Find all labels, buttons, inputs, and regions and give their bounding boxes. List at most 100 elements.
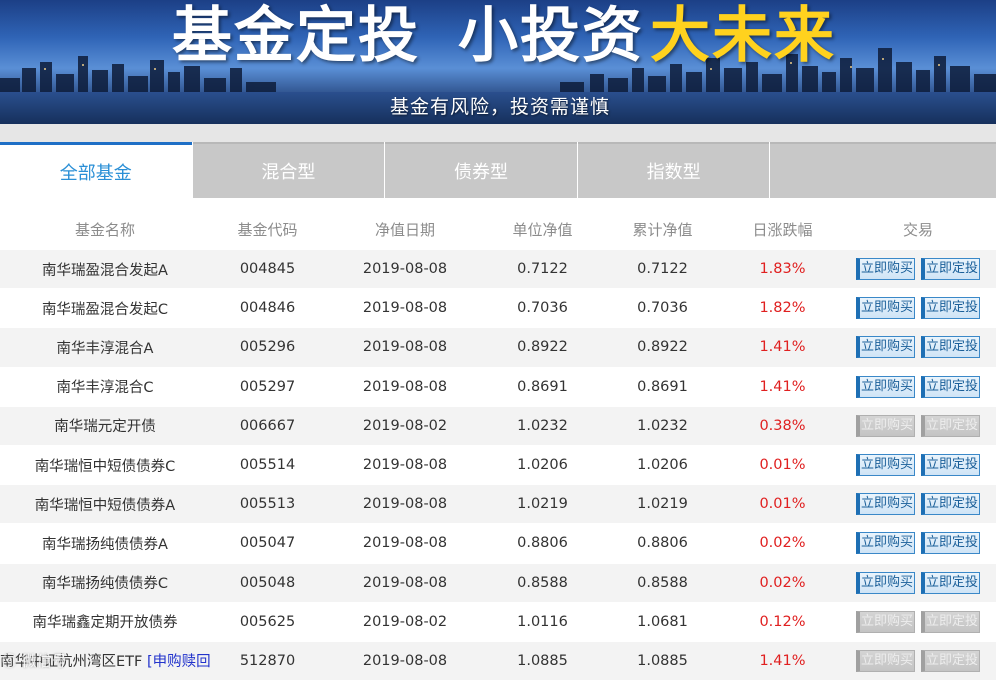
daily-change: 0.01% (759, 496, 806, 513)
fund-name: 南华瑞元定开债 (54, 419, 156, 436)
tab-all-funds[interactable]: 全部基金 (0, 142, 192, 198)
trade-actions: 立即购买 立即定投 (840, 454, 996, 477)
fund-name: 南华中证杭州湾区ETF (0, 654, 143, 671)
accumulated-nav: 0.8588 (637, 574, 688, 591)
invest-plan-button[interactable]: 立即定投 (921, 649, 980, 672)
invest-plan-button[interactable]: 立即定投 (921, 532, 980, 555)
banner-title-part3: 大未来 (650, 1, 836, 71)
invest-plan-button[interactable]: 立即定投 (921, 414, 980, 437)
trade-actions: 立即购买 立即定投 (840, 336, 996, 359)
unit-nav: 0.8691 (517, 378, 568, 395)
buy-now-button[interactable]: 立即购买 (856, 571, 915, 594)
nav-date: 2019-08-08 (362, 574, 448, 591)
trade-actions: 立即购买 立即定投 (840, 414, 996, 437)
invest-plan-button[interactable]: 立即定投 (921, 571, 980, 594)
nav-date: 2019-08-08 (362, 378, 448, 395)
daily-change: 0.12% (759, 613, 806, 630)
table-row: 南华瑞元定开债 006667 2019-08-02 1.0232 1.0232 0.38%… (0, 406, 996, 446)
banner-title-part1: 基金定投 (172, 1, 420, 71)
fund-name: 南华瑞恒中短债债券C (34, 458, 176, 475)
accumulated-nav: 0.8922 (637, 339, 688, 356)
daily-change: 0.02% (759, 574, 806, 591)
buy-now-button[interactable]: 立即购买 (856, 414, 915, 437)
trade-actions: 立即购买 立即定投 (840, 258, 996, 281)
table-row: 南华瑞扬纯债债券A 005047 2019-08-08 0.8806 0.8806 0.0… (0, 524, 996, 564)
accumulated-nav: 1.0681 (637, 613, 688, 630)
buy-now-button[interactable]: 立即购买 (856, 336, 915, 359)
nav-date: 2019-08-08 (362, 457, 448, 474)
fund-name-cell: 南华瑞恒中短债债券C (0, 455, 210, 476)
fund-table: 基金名称 基金代码 净值日期 单位净值 累计净值 日涨跌幅 交易 南华瑞盈混合发… (0, 208, 996, 680)
trade-actions: 立即购买 立即定投 (840, 571, 996, 594)
accumulated-nav: 1.0206 (637, 457, 688, 474)
unit-nav: 1.0206 (517, 457, 568, 474)
buy-now-button[interactable]: 立即购买 (856, 649, 915, 672)
tab-bond[interactable]: 债券型 (385, 142, 577, 198)
table-row: 南华中证杭州湾区ETF [申购赎回 512870 2019-08-08 1.0885 1… (0, 641, 996, 680)
header-trade: 交易 (902, 220, 933, 239)
fund-name-cell: 南华丰淳混合C (0, 376, 210, 397)
invest-plan-button[interactable]: 立即定投 (921, 454, 980, 477)
table-row: 南华瑞扬纯债债券C 005048 2019-08-08 0.8588 0.8588 0.0… (0, 563, 996, 603)
daily-change: 1.82% (759, 300, 806, 317)
trade-actions: 立即购买 立即定投 (840, 649, 996, 672)
fund-name-cell: 南华瑞盈混合发起A (0, 259, 210, 280)
nav-date: 2019-08-08 (362, 652, 448, 669)
fund-name-cell: 南华瑞元定开债 (0, 415, 210, 436)
invest-plan-button[interactable]: 立即定投 (921, 493, 980, 516)
header-nav-date: 净值日期 (374, 220, 435, 239)
fund-name: 南华瑞盈混合发起C (41, 301, 169, 318)
unit-nav: 0.7036 (517, 300, 568, 317)
fund-code: 004846 (239, 300, 296, 317)
accumulated-nav: 0.8806 (637, 535, 688, 552)
buy-now-button[interactable]: 立即购买 (856, 454, 915, 477)
unit-nav: 0.8922 (517, 339, 568, 356)
buy-now-button[interactable]: 立即购买 (856, 375, 915, 398)
fund-code: 512870 (239, 652, 296, 669)
daily-change: 1.83% (759, 261, 806, 278)
fund-name-cell: 南华丰淳混合A (0, 337, 210, 358)
fund-name: 南华瑞扬纯债债券C (41, 576, 169, 593)
fund-name-cell: 南华瑞鑫定期开放债券 (0, 611, 210, 632)
fund-name-cell: 南华中证杭州湾区ETF [申购赎回 (0, 650, 210, 671)
buy-now-button[interactable]: 立即购买 (856, 258, 915, 281)
banner-subtitle: 基金有风险，投资需谨慎 (390, 96, 611, 118)
unit-nav: 0.8588 (517, 574, 568, 591)
daily-change: 1.41% (759, 378, 806, 395)
invest-plan-button[interactable]: 立即定投 (921, 610, 980, 633)
daily-change: 1.41% (759, 339, 806, 356)
trade-actions: 立即购买 立即定投 (840, 297, 996, 320)
fund-code: 005296 (239, 339, 296, 356)
accumulated-nav: 0.7036 (637, 300, 688, 317)
tab-hybrid[interactable]: 混合型 (192, 142, 385, 198)
invest-plan-button[interactable]: 立即定投 (921, 336, 980, 359)
unit-nav: 0.7122 (517, 261, 568, 278)
fund-code: 005513 (239, 496, 296, 513)
fund-name-cell: 南华瑞盈混合发起C (0, 298, 210, 319)
accumulated-nav: 0.7122 (637, 261, 688, 278)
fund-code: 005297 (239, 378, 296, 395)
table-body: 南华瑞盈混合发起A 004845 2019-08-08 0.7122 0.7122 1.8… (0, 250, 996, 680)
fund-code: 006667 (239, 417, 296, 434)
fund-code: 005625 (239, 613, 296, 630)
header-fund-name: 基金名称 (74, 220, 135, 239)
subscribe-redeem-link[interactable]: [申购赎回 (147, 654, 210, 670)
invest-plan-button[interactable]: 立即定投 (921, 297, 980, 320)
invest-plan-button[interactable]: 立即定投 (921, 375, 980, 398)
banner-divider (0, 124, 996, 142)
daily-change: 1.41% (759, 652, 806, 669)
invest-plan-button[interactable]: 立即定投 (921, 258, 980, 281)
fund-name: 南华瑞盈混合发起A (42, 262, 168, 279)
buy-now-button[interactable]: 立即购买 (856, 610, 915, 633)
nav-date: 2019-08-02 (362, 613, 448, 630)
buy-now-button[interactable]: 立即购买 (856, 532, 915, 555)
daily-change: 0.02% (759, 535, 806, 552)
buy-now-button[interactable]: 立即购买 (856, 493, 915, 516)
nav-date: 2019-08-08 (362, 535, 448, 552)
buy-now-button[interactable]: 立即购买 (856, 297, 915, 320)
nav-date: 2019-08-08 (362, 300, 448, 317)
unit-nav: 1.0232 (517, 417, 568, 434)
hero-banner: 基金定投 小投资 大未来 基金有风险，投资需谨慎 (0, 0, 996, 124)
fund-name: 南华瑞鑫定期开放债券 (32, 615, 178, 632)
tab-index[interactable]: 指数型 (577, 142, 770, 198)
